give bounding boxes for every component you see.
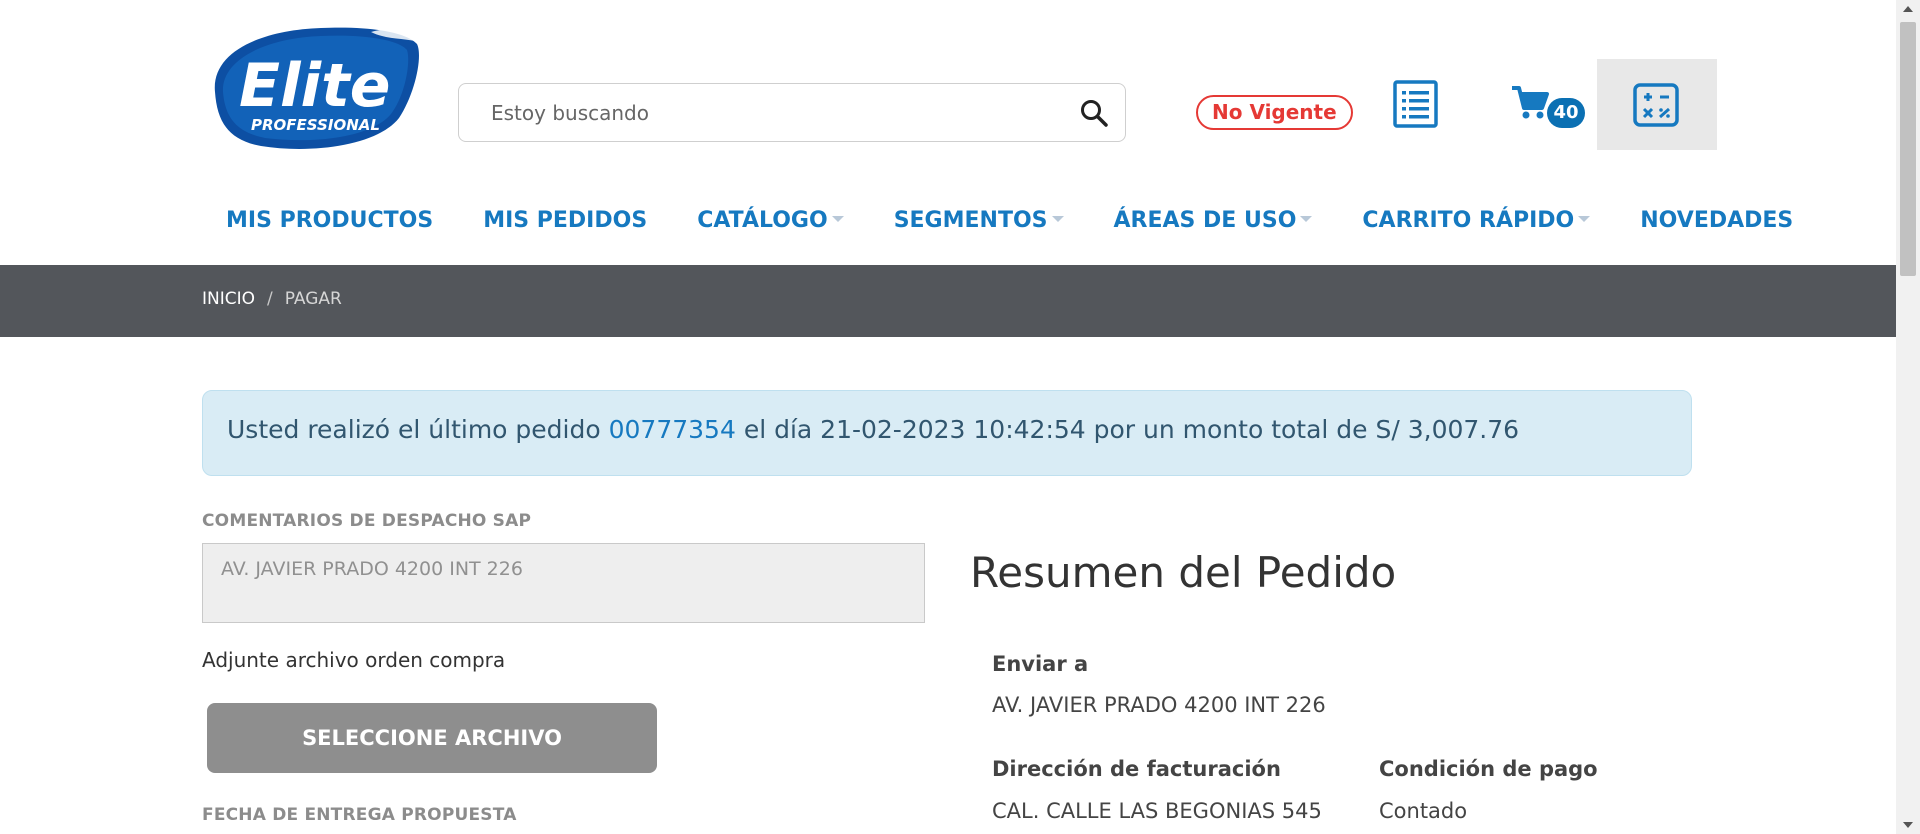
elite-professional-logo[interactable]: Elite PROFESSIONAL: [201, 22, 421, 152]
chevron-down-icon: [1578, 216, 1591, 222]
summary-title: Resumen del Pedido: [970, 548, 1397, 597]
breadcrumb: INICIO / PAGAR: [202, 289, 342, 309]
nav-item-mis-productos[interactable]: MIS PRODUCTOS: [226, 200, 433, 242]
scroll-down-arrow-icon[interactable]: [1903, 822, 1913, 828]
last-order-alert: Usted realizó el último pedido 00777354 …: [202, 390, 1692, 476]
nav-item-catalogo[interactable]: CATÁLOGO: [697, 200, 844, 242]
ship-to-value: AV. JAVIER PRADO 4200 INT 226: [992, 693, 1326, 717]
comments-value: AV. JAVIER PRADO 4200 INT 226: [221, 558, 523, 580]
calculator-button[interactable]: [1597, 59, 1717, 150]
logo-graphic: Elite PROFESSIONAL: [214, 27, 419, 149]
alert-prefix: Usted realizó el último pedido: [227, 415, 601, 444]
breadcrumb-home-link[interactable]: INICIO: [202, 289, 255, 309]
select-file-button[interactable]: SELECCIONE ARCHIVO: [207, 703, 657, 773]
svg-text:Elite: Elite: [239, 51, 391, 121]
chevron-down-icon: [1300, 216, 1313, 222]
order-list-button[interactable]: [1393, 80, 1438, 128]
breadcrumb-separator: /: [267, 289, 273, 309]
breadcrumb-current: PAGAR: [284, 289, 342, 309]
attach-label: Adjunte archivo orden compra: [202, 648, 506, 672]
cart-icon: [1512, 86, 1549, 119]
scroll-thumb[interactable]: [1900, 22, 1916, 276]
page-scrollbar[interactable]: [1896, 0, 1920, 834]
ship-to-label: Enviar a: [992, 652, 1089, 676]
comments-label: COMENTARIOS DE DESPACHO SAP: [202, 511, 532, 531]
scroll-up-arrow-icon[interactable]: [1903, 6, 1913, 12]
billing-value: CAL. CALLE LAS BEGONIAS 545: [992, 799, 1322, 823]
chevron-down-icon: [1051, 216, 1064, 222]
search-icon[interactable]: [1079, 98, 1109, 128]
nav-item-carrito-rapido[interactable]: CARRITO RÁPIDO: [1362, 200, 1591, 242]
chevron-down-icon: [831, 216, 844, 222]
svg-text:PROFESSIONAL: PROFESSIONAL: [251, 116, 380, 134]
nav-item-areas-de-uso[interactable]: ÁREAS DE USO: [1114, 200, 1313, 242]
cart-count-badge: 40: [1547, 98, 1585, 128]
search-input[interactable]: [491, 96, 1051, 130]
search-box: [458, 83, 1126, 142]
status-badge[interactable]: No Vigente: [1196, 95, 1353, 130]
alert-message: Usted realizó el último pedido 00777354 …: [227, 415, 1519, 444]
comments-field[interactable]: AV. JAVIER PRADO 4200 INT 226: [202, 543, 925, 623]
nav-item-segmentos[interactable]: SEGMENTOS: [894, 200, 1064, 242]
payment-value: Contado: [1379, 799, 1468, 823]
order-number-link[interactable]: 00777354: [609, 415, 736, 444]
nav-item-novedades[interactable]: NOVEDADES: [1640, 200, 1793, 242]
delivery-date-label: FECHA DE ENTREGA PROPUESTA: [202, 805, 517, 825]
billing-label: Dirección de facturación: [992, 757, 1281, 781]
list-icon: [1393, 80, 1438, 128]
breadcrumb-bar: INICIO / PAGAR: [0, 265, 1896, 337]
payment-label: Condición de pago: [1379, 757, 1598, 781]
alert-suffix: el día 21-02-2023 10:42:54 por un monto …: [743, 415, 1520, 444]
calculator-icon: [1633, 83, 1679, 127]
nav-item-mis-pedidos[interactable]: MIS PEDIDOS: [483, 200, 647, 242]
main-nav: MIS PRODUCTOS MIS PEDIDOS CATÁLOGO SEGME…: [200, 200, 1817, 242]
site-header: Elite PROFESSIONAL No Vigente: [0, 0, 1896, 265]
